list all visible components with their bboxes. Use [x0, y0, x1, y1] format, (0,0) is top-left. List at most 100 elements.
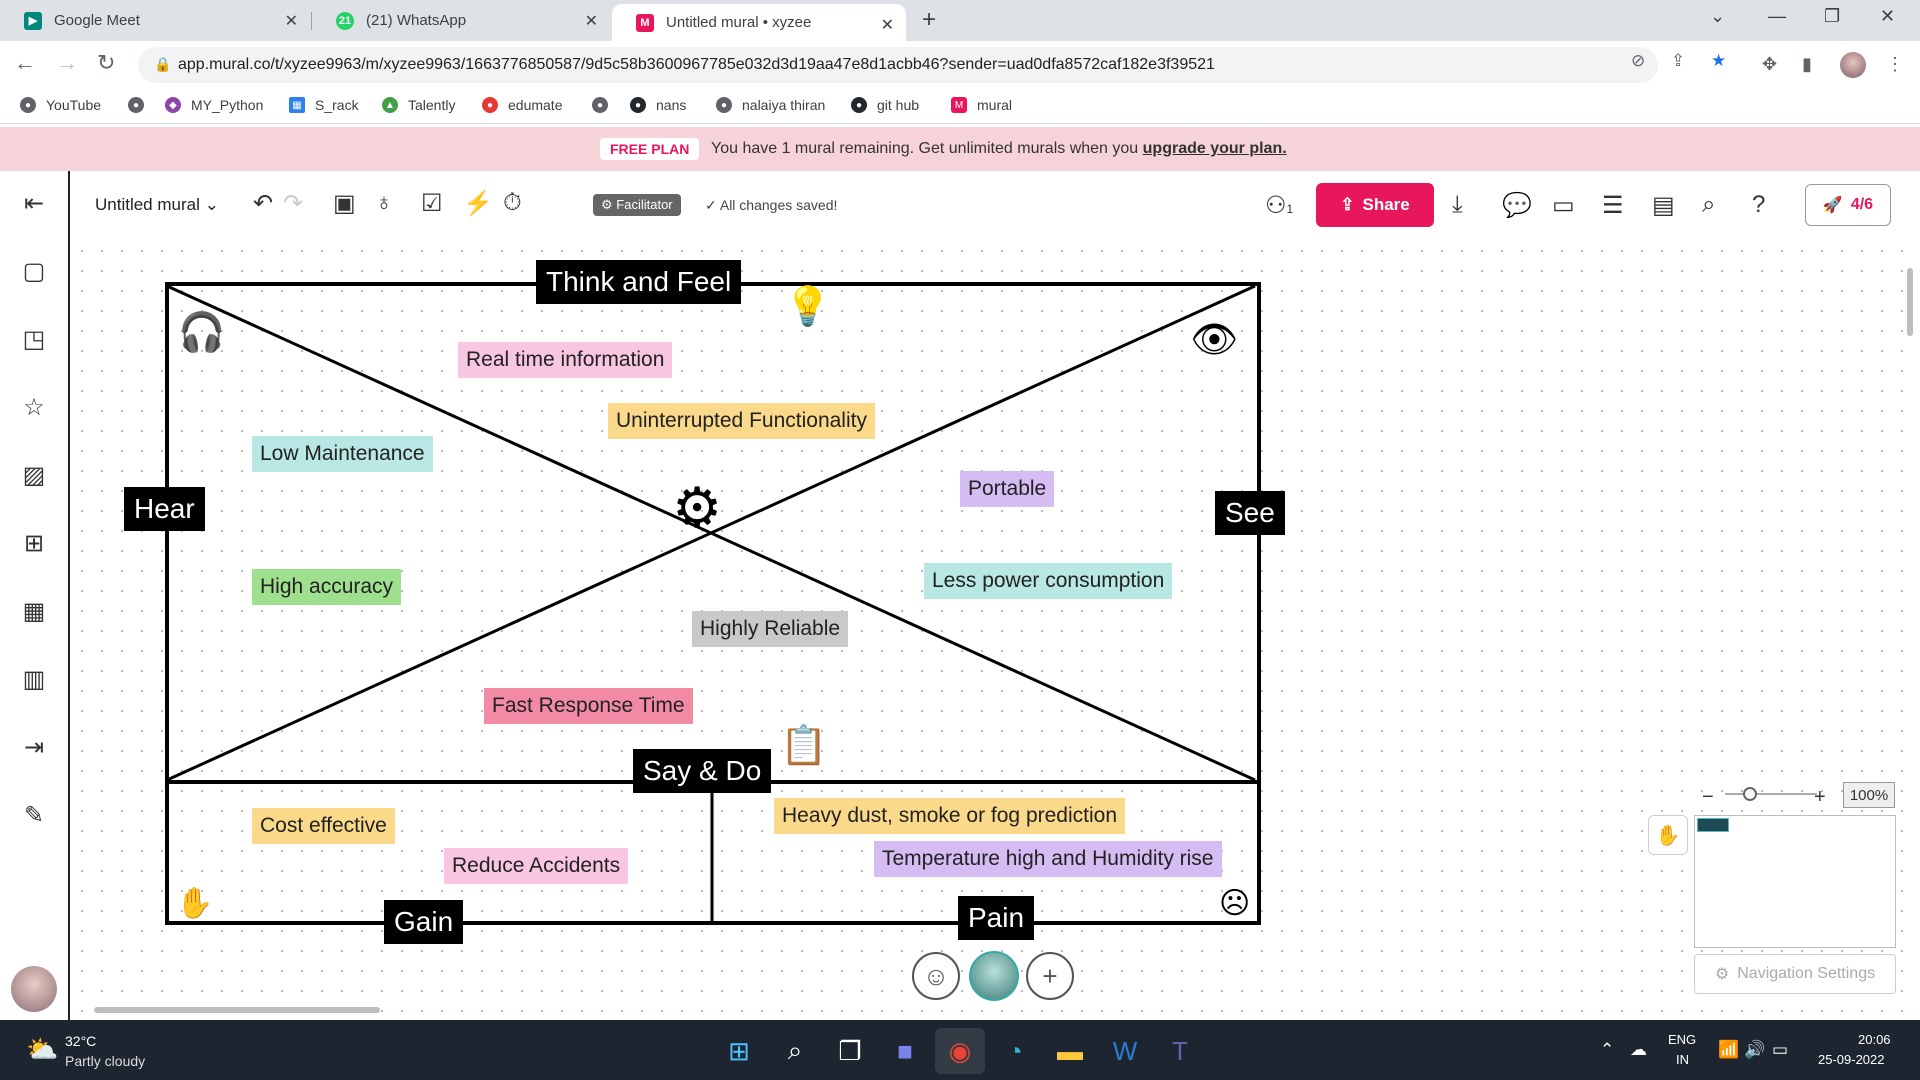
close-icon[interactable]: ✕ [881, 15, 894, 35]
timer-icon[interactable]: ⏱ [503, 189, 522, 217]
hand-sparkle-icon[interactable]: ✋ [176, 886, 213, 921]
eye-icon[interactable]: 👁 [1190, 318, 1238, 362]
teams-chat-icon[interactable]: ■ [888, 1034, 922, 1068]
lock-icon[interactable]: 🔒 [154, 56, 171, 73]
mural-canvas[interactable]: Think and Feel Hear See Say & Do Gain Pa… [72, 241, 1920, 1020]
eye-off-icon[interactable]: ⊘ [1631, 51, 1645, 71]
outline-icon[interactable]: ▤ [1652, 191, 1675, 220]
minimize-icon[interactable]: — [1768, 6, 1786, 27]
tab-google-meet[interactable]: ▶ Google Meet ✕ [0, 0, 310, 41]
clock-time[interactable]: 20:06 [1858, 1032, 1891, 1047]
zoom-out-icon[interactable]: − [1702, 786, 1714, 809]
profile-avatar[interactable] [1840, 52, 1866, 78]
hear-label[interactable]: Hear [124, 487, 205, 531]
star-icon[interactable]: ☆ [18, 391, 50, 423]
bookmark-nalaiya-thiran[interactable]: ● nalaiya thiran [716, 97, 825, 113]
close-icon[interactable]: ✕ [285, 11, 298, 31]
share-page-icon[interactable]: ⇪ [1671, 51, 1685, 71]
navigation-settings-button[interactable]: ⚙ Navigation Settings [1694, 954, 1896, 994]
teams-icon[interactable]: T [1163, 1034, 1197, 1068]
undo-icon[interactable]: ↶ [253, 189, 273, 218]
gain-label[interactable]: Gain [384, 900, 464, 944]
hand-icon[interactable]: ✋ [1648, 815, 1688, 855]
tab-mural[interactable]: M Untitled mural • xyzee ✕ [612, 4, 906, 41]
edge-icon[interactable]: ◔ [998, 1034, 1032, 1068]
task-view-icon[interactable]: ❐ [833, 1034, 867, 1068]
redo-icon[interactable]: ↷ [283, 189, 303, 218]
search-icon[interactable]: ⌕ [1702, 191, 1715, 219]
side-panel-icon[interactable]: ▮ [1802, 54, 1812, 75]
voting-icon[interactable]: ☑ [421, 189, 443, 218]
extensions-icon[interactable]: ✥ [1762, 54, 1777, 75]
frustrated-face-icon[interactable]: ☹ [1219, 886, 1250, 921]
zoom-in-icon[interactable]: + [1814, 786, 1826, 809]
download-icon[interactable]: ⤓ [1452, 191, 1463, 219]
say-and-do-label[interactable]: Say & Do [633, 749, 772, 793]
library-icon[interactable]: ▥ [18, 663, 50, 695]
activity-icon[interactable]: ☰ [1602, 191, 1624, 220]
pencil-icon[interactable]: ✎ [18, 799, 50, 831]
sticky-note[interactable]: Fast Response Time [484, 688, 693, 724]
bookmark-nans[interactable]: ● nans [630, 97, 686, 113]
tab-whatsapp[interactable]: 21 (21) WhatsApp ✕ [312, 0, 610, 41]
frame-icon[interactable]: ▣ [333, 189, 356, 218]
weather-description[interactable]: Partly cloudy [65, 1053, 145, 1069]
user-avatar[interactable] [11, 966, 57, 1012]
sticky-note[interactable]: Less power consumption [924, 563, 1173, 599]
private-mode-icon[interactable]: ♁ [375, 189, 393, 217]
head-gear-icon[interactable]: ⚙ [672, 475, 722, 541]
bookmark-my-python[interactable]: ◆ MY_Python [165, 97, 263, 113]
exit-icon[interactable]: ⇤ [18, 187, 50, 219]
facilitator-badge[interactable]: ⚙ Facilitator [593, 194, 681, 216]
bookmark-git-hub[interactable]: ● git hub [851, 97, 919, 113]
minimap[interactable] [1694, 815, 1896, 948]
clock-date[interactable]: 25-09-2022 [1818, 1052, 1885, 1067]
upgrade-link[interactable]: upgrade your plan. [1143, 140, 1287, 157]
windows-start-icon[interactable]: ⊞ [722, 1034, 756, 1068]
volume-icon[interactable]: 🔊 [1744, 1040, 1765, 1060]
see-label[interactable]: See [1215, 491, 1285, 535]
language-indicator[interactable]: ENG [1668, 1032, 1696, 1047]
sticky-note[interactable]: Temperature high and Humidity rise [874, 841, 1222, 877]
chevron-up-icon[interactable]: ⌃ [1600, 1040, 1614, 1060]
sticky-note-icon[interactable]: ▢ [18, 255, 50, 287]
users-indicator[interactable]: ⚇1 [1265, 191, 1293, 220]
vertical-scrollbar[interactable] [1907, 268, 1913, 336]
file-explorer-icon[interactable]: ▬ [1053, 1034, 1087, 1068]
add-collaborator-button[interactable]: + [1026, 952, 1074, 1000]
zoom-slider[interactable] [1725, 793, 1817, 795]
chrome-icon[interactable]: ◉ [943, 1034, 977, 1068]
document-icon[interactable]: 📋 [780, 724, 827, 768]
celebrate-icon[interactable]: ⚡ [463, 189, 493, 218]
table-icon[interactable]: ▦ [18, 595, 50, 627]
help-icon[interactable]: ? [1752, 191, 1765, 219]
sticky-note[interactable]: Cost effective [252, 808, 395, 844]
zoom-level[interactable]: 100% [1843, 782, 1895, 808]
onedrive-icon[interactable]: ☁ [1630, 1040, 1647, 1060]
sticky-note[interactable]: Low Maintenance [252, 436, 433, 472]
onboarding-button[interactable]: 🚀 4/6 [1805, 184, 1891, 226]
import-icon[interactable]: ⇥ [18, 731, 50, 763]
zoom-slider-handle[interactable] [1743, 787, 1757, 801]
share-button[interactable]: ⇪ Share [1316, 183, 1434, 227]
mural-title-dropdown[interactable]: Untitled mural ⌄ [95, 195, 219, 215]
weather-temperature[interactable]: 32°C [65, 1033, 96, 1049]
sticky-note[interactable]: Real time information [458, 342, 673, 378]
bookmark-edumate[interactable]: ● edumate [482, 97, 562, 113]
sticky-note[interactable]: Portable [960, 471, 1055, 507]
shapes-icon[interactable]: ◳ [18, 323, 50, 355]
sticky-note[interactable]: High accuracy [252, 569, 402, 605]
wifi-icon[interactable]: 📶 [1718, 1040, 1739, 1060]
sticky-note[interactable]: Heavy dust, smoke or fog prediction [774, 798, 1125, 834]
comment-icon[interactable]: ▭ [1552, 191, 1575, 220]
back-icon[interactable]: ← [14, 50, 36, 76]
bookmark-mural[interactable]: Mmural [951, 97, 1012, 113]
lightbulb-icon[interactable]: 💡 [784, 285, 831, 329]
bookmark-globe[interactable]: ● [128, 97, 154, 113]
reload-icon[interactable]: ↻ [97, 50, 115, 76]
word-icon[interactable]: W [1108, 1034, 1142, 1068]
bookmark-talently[interactable]: ▲ Talently [382, 97, 455, 113]
battery-icon[interactable]: ▭ [1772, 1040, 1788, 1060]
horizontal-scrollbar[interactable] [94, 1007, 380, 1013]
bookmark-youtube[interactable]: ● YouTube [20, 97, 101, 113]
